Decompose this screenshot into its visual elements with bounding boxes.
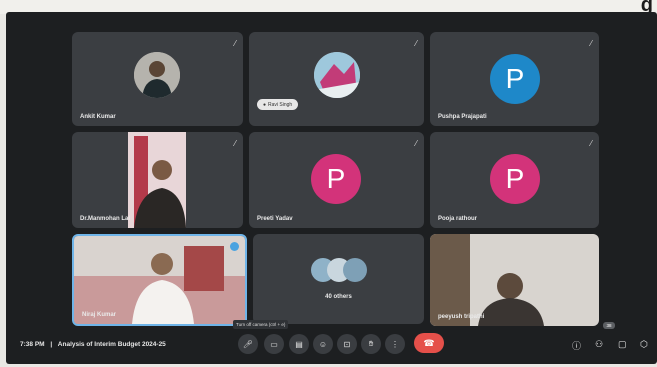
present-screen-icon[interactable]: ⊡ [337,334,357,354]
microphone-icon[interactable]: 🎤︎ [238,334,258,354]
avatar: P [311,154,361,204]
participant-tile[interactable]: 40 others [253,234,424,324]
emoji-icon[interactable]: ☺ [313,334,333,354]
participant-name: Pushpa Prajapati [438,114,487,120]
camera-icon[interactable]: ▭ [264,334,284,354]
video-feed [74,236,245,324]
participant-count-badge: 38 [603,322,615,329]
avatar [314,52,360,98]
person-icon: ● [263,101,267,108]
participant-name: Ankit Kumar [80,114,116,120]
mic-off-icon: ⁄ [415,39,417,48]
avatar [134,52,180,98]
speaking-indicator-icon [230,242,239,251]
group-avatars [311,254,367,286]
camera-tooltip: Turn off camera (ctrl + e) [233,320,289,329]
mic-off-icon: ⁄ [234,139,236,148]
avatar: P [490,154,540,204]
control-bar: 7:38 PM | Analysis of Interim Budget 202… [6,320,657,364]
captions-icon[interactable]: ▤ [289,334,309,354]
mic-off-icon: ⁄ [590,39,592,48]
mic-off-icon: ⁄ [590,139,592,148]
chat-icon[interactable]: ▢ [618,339,627,350]
people-icon[interactable]: ⚇ [595,339,603,350]
avatar-initial: P [326,163,346,194]
video-feed [128,132,186,228]
participant-tile[interactable]: ⁄ Ankit Kumar [72,32,243,126]
meeting-title: Analysis of Interim Budget 2024-25 [57,341,166,348]
mic-off-icon: ⁄ [234,39,236,48]
participant-tile[interactable]: peeyush tripathi [430,234,599,326]
activities-icon[interactable]: ⬡ [640,339,648,350]
participant-tile-active[interactable]: Niraj Kumar [72,234,247,326]
separator: | [50,341,53,348]
participant-tile[interactable]: P ⁄ Pooja rathour [430,132,599,228]
more-options-icon[interactable]: ⋮ [385,334,405,354]
clock-time: 7:38 PM [20,341,45,348]
meeting-screen: ⁄ Ankit Kumar ⁄ ● Ravi Singh P ⁄ Pushpa … [6,12,657,364]
participant-name: Pooja rathour [438,216,478,222]
participant-tile[interactable]: P ⁄ Pushpa Prajapati [430,32,599,126]
raise-hand-icon[interactable]: ✋︎ [361,334,381,354]
meeting-info: 7:38 PM | Analysis of Interim Budget 202… [20,341,166,348]
participant-tile[interactable]: ⁄ Dr.Manmohan Lal [72,132,243,228]
participant-name: Dr.Manmohan Lal [80,216,131,222]
participant-tile[interactable]: ⁄ ● Ravi Singh [249,32,424,126]
video-feed [430,234,599,326]
others-count: 40 others [325,294,352,300]
avatar-initial: P [505,163,525,194]
avatar-initial: P [505,63,525,94]
participant-name: peeyush tripathi [438,314,485,320]
participant-tile[interactable]: P ⁄ Preeti Yadav [249,132,424,228]
end-call-icon[interactable]: ☎︎ [414,333,444,353]
speaker-pill: ● Ravi Singh [257,99,299,110]
participant-name: Preeti Yadav [257,216,293,222]
info-icon[interactable]: ⓘ [572,339,581,352]
avatar: P [490,54,540,104]
pill-label: Ravi Singh [268,101,293,108]
participant-name: Niraj Kumar [82,312,117,318]
mic-off-icon: ⁄ [415,139,417,148]
